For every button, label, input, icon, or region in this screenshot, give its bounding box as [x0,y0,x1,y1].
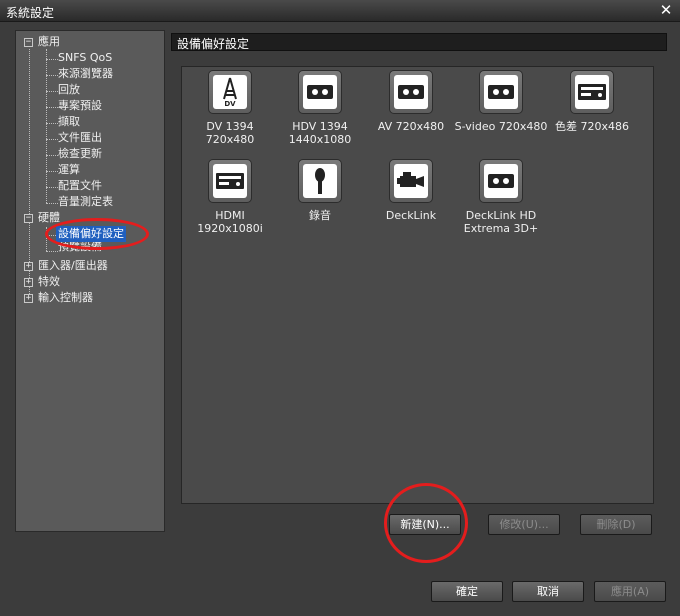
tree-connector [46,227,47,251]
svg-text:DV: DV [224,100,236,108]
cancel-button[interactable]: 取消 [512,581,584,602]
device-preset-decklink-hd-extrema[interactable]: DeckLink HD Extrema 3D+ [453,159,549,235]
device-label: HDMI 1920x1080i [197,209,263,235]
tree-item-file-export[interactable]: 文件匯出 [58,130,102,146]
expand-icon[interactable]: + [24,278,33,287]
ok-button[interactable]: 確定 [431,581,503,602]
collapse-icon[interactable]: − [24,214,33,223]
panel-title: 設備偏好設定 [177,37,250,51]
device-preset-dv[interactable]: DV DV 1394 720x480 [182,70,278,146]
apply-button[interactable]: 應用(A) [594,581,666,602]
device-preset-hdmi[interactable]: HDMI 1920x1080i [182,159,278,235]
tape-icon [389,70,433,114]
window-title: 系統設定 [6,6,55,20]
camera-icon [389,159,433,203]
tree-group-input-controller[interactable]: 輸入控制器 [38,290,93,306]
device-preset-audio[interactable]: 錄音 [272,159,368,222]
device-label: 色差 720x486 [555,120,629,133]
device-label: 錄音 [309,209,331,222]
device-label: Extrema 3D+ [463,222,539,235]
microphone-icon [298,159,342,203]
expand-icon[interactable]: + [24,262,33,271]
title-bar: 系統設定 ✕ [0,0,680,22]
tree-item-check-updates[interactable]: 檢查更新 [58,146,102,162]
device-preset-decklink[interactable]: DeckLink [363,159,459,222]
delete-preset-button[interactable]: 刪除(D) [580,514,652,535]
expand-icon[interactable]: + [24,294,33,303]
panel-header: 設備偏好設定 [171,33,667,51]
device-preset-av[interactable]: AV 720x480 [363,70,459,133]
device-label: DeckLink HD [465,209,537,222]
tree-item-audio-meter[interactable]: 音量測定表 [58,194,113,210]
tree-item-source-browser[interactable]: 來源瀏覽器 [58,66,113,82]
device-label: AV 720x480 [377,120,445,133]
device-label: DV 1394 720x480 [205,120,255,146]
tree-item-snfs-qos[interactable]: SNFS QoS [58,50,112,66]
tree-item-profiles[interactable]: 配置文件 [58,178,102,194]
tree-connector [46,49,47,203]
device-preset-s-video[interactable]: S-video 720x480 [453,70,549,133]
tape-icon [479,70,523,114]
tree-item-rendering[interactable]: 運算 [58,162,80,178]
collapse-icon[interactable]: − [24,38,33,47]
device-preset-component[interactable]: 色差 720x486 [544,70,640,133]
tape-icon [298,70,342,114]
deck-icon [570,70,614,114]
device-label: DeckLink [385,209,437,222]
device-label: S-video 720x480 [454,120,548,133]
device-label: 1440x1080 [288,133,352,146]
dv-icon: DV [208,70,252,114]
settings-tree: − 應用 SNFS QoS 來源瀏覽器 回放 專案預設 擷取 文件匯出 檢查更新… [15,30,165,532]
tree-group-importer-exporter[interactable]: 匯入器/匯出器 [38,258,108,274]
tree-group-hardware[interactable]: 硬體 [38,210,60,226]
tape-icon [479,159,523,203]
tree-item-playback[interactable]: 回放 [58,82,80,98]
tree-item-project-presets[interactable]: 專案預設 [58,98,102,114]
device-preset-hdv[interactable]: HDV 1394 1440x1080 [272,70,368,146]
tree-group-application[interactable]: 應用 [38,34,60,50]
device-label: HDV 1394 [292,120,348,133]
device-preset-list: DV DV 1394 720x480 HDV 1394 1440x1080 AV… [181,66,654,504]
tree-item-device-preferences[interactable]: 設備偏好設定 [56,226,126,242]
tree-group-effects[interactable]: 特效 [38,274,60,290]
close-icon[interactable]: ✕ [658,1,674,19]
tree-item-capture[interactable]: 擷取 [58,114,80,130]
new-preset-button[interactable]: 新建(N)... [389,514,461,535]
deck-icon [208,159,252,203]
modify-preset-button[interactable]: 修改(U)... [488,514,560,535]
